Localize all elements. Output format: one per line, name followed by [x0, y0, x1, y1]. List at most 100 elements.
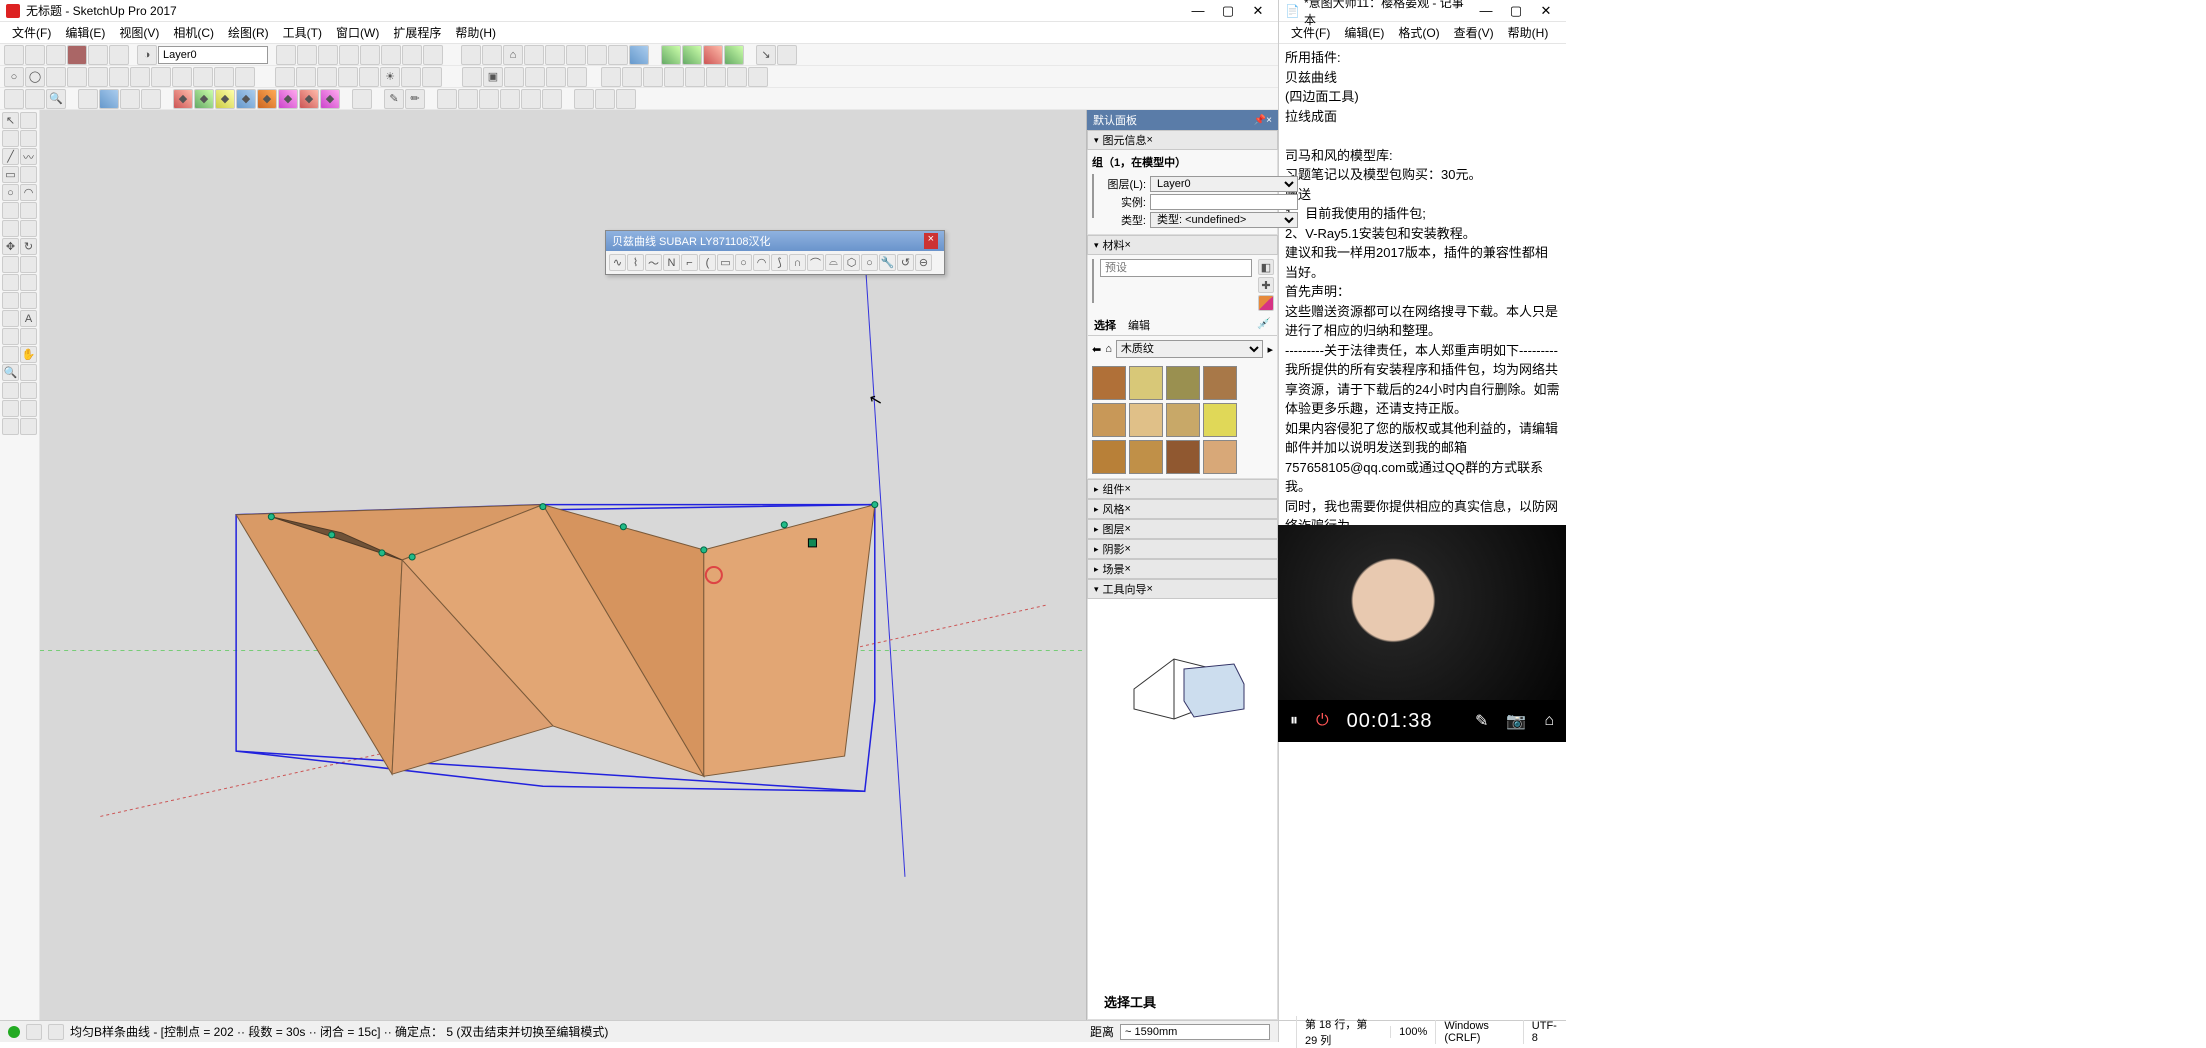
- tool-icon[interactable]: [643, 67, 663, 87]
- bezier-tool-icon[interactable]: ○: [861, 254, 878, 271]
- material-swatch[interactable]: [1203, 440, 1237, 474]
- close-icon[interactable]: ×: [924, 233, 938, 249]
- maximize-button[interactable]: ▢: [1502, 2, 1530, 20]
- tool-icon[interactable]: [20, 166, 37, 183]
- tool-icon[interactable]: [20, 202, 37, 219]
- diamond-icon[interactable]: ◆: [173, 89, 193, 109]
- tool-icon[interactable]: [437, 89, 457, 109]
- tool-icon[interactable]: [587, 45, 607, 65]
- material-swatch[interactable]: [1166, 366, 1200, 400]
- tool-icon[interactable]: [4, 45, 24, 65]
- layer-combo[interactable]: [158, 46, 268, 64]
- tool-icon[interactable]: [20, 418, 37, 435]
- zoom-icon[interactable]: 🔍: [2, 364, 19, 381]
- tool-icon[interactable]: [88, 67, 108, 87]
- tool-icon[interactable]: [99, 89, 119, 109]
- eraser-icon[interactable]: [20, 130, 37, 147]
- tool-icon[interactable]: [296, 67, 316, 87]
- magnifier-icon[interactable]: 🔍: [46, 89, 66, 109]
- np-menu-file[interactable]: 文件(F): [1285, 23, 1336, 42]
- tool-icon[interactable]: [2, 310, 19, 327]
- material-swatch[interactable]: [1092, 440, 1126, 474]
- diamond-icon[interactable]: ◆: [278, 89, 298, 109]
- bezier-tool-icon[interactable]: ∩: [789, 254, 806, 271]
- tool-icon[interactable]: [748, 67, 768, 87]
- material-swatch[interactable]: [1166, 403, 1200, 437]
- stop-button[interactable]: ⏻: [1316, 712, 1329, 730]
- tool-icon[interactable]: [151, 67, 171, 87]
- menu-view[interactable]: 视图(V): [113, 23, 165, 42]
- diamond-icon[interactable]: ◆: [299, 89, 319, 109]
- tool-icon[interactable]: [338, 67, 358, 87]
- tool-icon[interactable]: [235, 67, 255, 87]
- material-swatch[interactable]: [1203, 403, 1237, 437]
- tool-icon[interactable]: [461, 45, 481, 65]
- tool-icon[interactable]: [20, 328, 37, 345]
- tool-icon[interactable]: [727, 67, 747, 87]
- menu-file[interactable]: 文件(F): [6, 23, 57, 42]
- tool-icon[interactable]: [88, 45, 108, 65]
- layer-visibility-icon[interactable]: ◑: [137, 45, 157, 65]
- status-icon[interactable]: [26, 1024, 42, 1040]
- bezier-tool-icon[interactable]: ⟆: [771, 254, 788, 271]
- viewport[interactable]: ↖ 贝兹曲线 SUBAR LY871108汉化 × ∿ ⌇ 〜 N ⌐ ( ▭ …: [40, 110, 1086, 1020]
- tool-icon[interactable]: [574, 89, 594, 109]
- diamond-icon[interactable]: ◆: [215, 89, 235, 109]
- close-icon[interactable]: ×: [1125, 239, 1131, 251]
- tool-icon[interactable]: [458, 89, 478, 109]
- rectangle-icon[interactable]: ▭: [2, 166, 19, 183]
- panel-styles-header[interactable]: 风格×: [1087, 499, 1278, 519]
- panel-components-header[interactable]: 组件×: [1087, 479, 1278, 499]
- tool-icon[interactable]: ○: [4, 67, 24, 87]
- text-icon[interactable]: A: [20, 310, 37, 327]
- np-menu-format[interactable]: 格式(O): [1392, 23, 1445, 42]
- close-icon[interactable]: ×: [1125, 483, 1131, 495]
- line-tool-icon[interactable]: ╱: [2, 148, 19, 165]
- tool-icon[interactable]: [423, 45, 443, 65]
- menu-window[interactable]: 窗口(W): [330, 23, 385, 42]
- material-swatch[interactable]: [1129, 440, 1163, 474]
- plant-icon[interactable]: [724, 45, 744, 65]
- material-category-select[interactable]: 木质纹: [1116, 340, 1264, 358]
- entity-layer-select[interactable]: Layer0: [1150, 176, 1298, 192]
- tool-icon[interactable]: [276, 45, 296, 65]
- home-icon[interactable]: ⌂: [1105, 343, 1112, 355]
- tool-icon[interactable]: [566, 45, 586, 65]
- tool-icon[interactable]: [462, 67, 482, 87]
- tool-icon[interactable]: [402, 45, 422, 65]
- tool-icon[interactable]: [275, 67, 295, 87]
- bezier-tool-icon[interactable]: ⬡: [843, 254, 860, 271]
- bezier-tool-icon[interactable]: 🔧: [879, 254, 896, 271]
- material-swatch[interactable]: [1166, 440, 1200, 474]
- material-toggle-icon[interactable]: ◧: [1258, 259, 1274, 275]
- tool-icon[interactable]: ↘: [756, 45, 776, 65]
- entity-swatch[interactable]: [1092, 174, 1094, 218]
- tool-icon[interactable]: [20, 292, 37, 309]
- tool-icon[interactable]: [193, 67, 213, 87]
- tool-icon[interactable]: [504, 67, 524, 87]
- material-name-input[interactable]: [1100, 259, 1252, 277]
- tool-icon[interactable]: [120, 89, 140, 109]
- bezier-tool-icon[interactable]: N: [663, 254, 680, 271]
- bezier-tool-icon[interactable]: ⌓: [825, 254, 842, 271]
- tool-icon[interactable]: [601, 67, 621, 87]
- bezier-tool-icon[interactable]: ⌒: [807, 254, 824, 271]
- minimize-button[interactable]: —: [1472, 2, 1500, 20]
- diamond-icon[interactable]: ◆: [320, 89, 340, 109]
- tool-icon[interactable]: [521, 89, 541, 109]
- bezier-tool-icon[interactable]: ↺: [897, 254, 914, 271]
- bezier-tool-icon[interactable]: ⊖: [915, 254, 932, 271]
- move-tool-icon[interactable]: ✥: [2, 238, 19, 255]
- tool-icon[interactable]: [20, 220, 37, 237]
- close-icon[interactable]: ×: [1125, 543, 1131, 555]
- plant-icon[interactable]: [703, 45, 723, 65]
- close-icon[interactable]: ×: [1125, 503, 1131, 515]
- measurement-input[interactable]: [1120, 1024, 1270, 1040]
- tool-icon[interactable]: [130, 67, 150, 87]
- tool-icon[interactable]: [4, 89, 24, 109]
- panel-materials-header[interactable]: 材料 ×: [1087, 235, 1278, 255]
- material-swatch[interactable]: [1129, 366, 1163, 400]
- tool-icon[interactable]: [595, 89, 615, 109]
- diamond-icon[interactable]: ◆: [257, 89, 277, 109]
- diamond-icon[interactable]: ◆: [194, 89, 214, 109]
